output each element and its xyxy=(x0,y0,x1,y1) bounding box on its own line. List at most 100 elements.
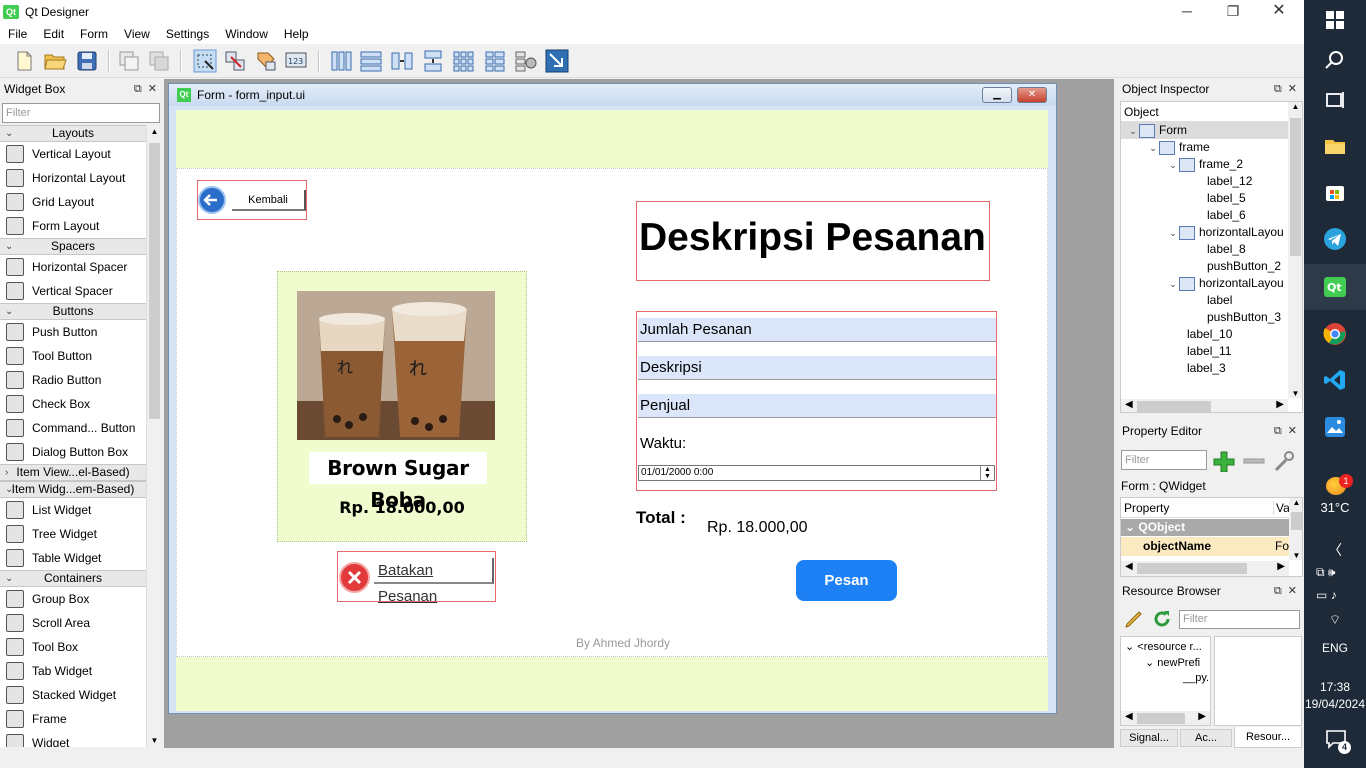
object-tree-item[interactable]: pushButton_2 xyxy=(1121,258,1302,275)
scroll-left-icon[interactable]: ◀ xyxy=(1125,399,1133,410)
scroll-up-icon[interactable]: ▲ xyxy=(1288,102,1302,111)
chrome-icon[interactable] xyxy=(1323,322,1347,346)
widget-category[interactable]: › Item View...el-Based) xyxy=(0,464,146,481)
property-hscroll[interactable]: ◀ ▶ xyxy=(1121,561,1289,576)
object-tree-item[interactable]: label_12 xyxy=(1121,173,1302,190)
microsoft-store-icon[interactable] xyxy=(1323,180,1347,204)
widget-item[interactable]: Command... Button xyxy=(0,416,146,440)
wifi-icon[interactable]: ⌔ xyxy=(1304,612,1366,628)
telegram-icon[interactable] xyxy=(1323,227,1347,251)
layout-splitter-horizontal-icon[interactable] xyxy=(390,49,414,73)
menu-help[interactable]: Help xyxy=(276,27,317,41)
widget-item[interactable]: Horizontal Layout xyxy=(0,166,146,190)
scrollbar-thumb[interactable] xyxy=(149,143,160,419)
property-group-row[interactable]: ⌄ QObject xyxy=(1121,519,1289,536)
edit-signals-icon[interactable] xyxy=(223,49,247,73)
object-tree-item[interactable]: pushButton_3 xyxy=(1121,309,1302,326)
scroll-up-icon[interactable]: ▲ xyxy=(1289,498,1302,507)
datetime-edit[interactable]: 01/01/2000 0:00 ▲ ▼ xyxy=(638,465,995,481)
clock-time[interactable]: 17:38 xyxy=(1304,680,1366,694)
scrollbar-thumb[interactable] xyxy=(1137,713,1185,724)
menu-file[interactable]: File xyxy=(0,27,35,41)
widget-item[interactable]: Radio Button xyxy=(0,368,146,392)
edit-widgets-icon[interactable] xyxy=(193,49,217,73)
object-tree-hscroll[interactable]: ◀ ▶ xyxy=(1121,399,1288,412)
widget-category[interactable]: ⌄ Containers xyxy=(0,570,146,587)
menu-window[interactable]: Window xyxy=(217,27,276,41)
menu-view[interactable]: View xyxy=(116,27,158,41)
widget-item[interactable]: Check Box xyxy=(0,392,146,416)
scroll-right-icon[interactable]: ▶ xyxy=(1198,711,1206,722)
dock-float-close-buttons[interactable]: ⧉ ✕ xyxy=(1274,421,1297,441)
resource-filter-input[interactable]: Filter xyxy=(1179,610,1300,629)
input-language[interactable]: ENG xyxy=(1304,641,1366,655)
chevron-down-icon[interactable]: ⌄ xyxy=(1167,157,1179,174)
cancel-order-button[interactable]: Batakan Pesanan xyxy=(374,558,494,605)
scrollbar-thumb[interactable] xyxy=(1137,563,1247,574)
widget-item[interactable]: Frame xyxy=(0,707,146,731)
back-button[interactable]: Kembali xyxy=(232,190,306,211)
paste-icon[interactable] xyxy=(147,49,171,73)
resource-tree-item[interactable]: ⌄ <resource r... xyxy=(1121,637,1210,653)
layout-splitter-vertical-icon[interactable] xyxy=(421,49,445,73)
widget-category[interactable]: ⌄ Buttons xyxy=(0,303,146,320)
close-button[interactable]: ✕ xyxy=(1256,0,1302,24)
layout-grid-icon[interactable] xyxy=(452,49,476,73)
scrollbar-thumb[interactable] xyxy=(1137,401,1211,412)
object-tree-item[interactable]: ⌄ horizontalLayou xyxy=(1121,224,1302,241)
chevron-down-icon[interactable]: ⌄ xyxy=(1167,225,1179,242)
property-row-objectname[interactable]: objectName Fo xyxy=(1121,537,1289,556)
scroll-left-icon[interactable]: ◀ xyxy=(1125,561,1133,572)
property-filter-input[interactable]: Filter xyxy=(1121,450,1207,470)
widget-item[interactable]: Tab Widget xyxy=(0,659,146,683)
edit-tab-order-icon[interactable]: 123 xyxy=(284,49,308,73)
widget-item[interactable]: List Widget xyxy=(0,498,146,522)
widget-item[interactable]: Tool Box xyxy=(0,635,146,659)
layout-horizontally-icon[interactable] xyxy=(329,49,353,73)
form-minimize-button[interactable]: ▁ xyxy=(982,87,1012,103)
speaker-icon[interactable]: ♪ xyxy=(1331,588,1337,602)
resource-hscroll[interactable]: ◀ ▶ xyxy=(1121,711,1210,725)
scroll-right-icon[interactable]: ▶ xyxy=(1276,399,1284,410)
minimize-button[interactable]: ─ xyxy=(1164,0,1210,24)
layout-form-icon[interactable] xyxy=(483,49,507,73)
scroll-right-icon[interactable]: ▶ xyxy=(1277,561,1285,572)
vscode-icon[interactable] xyxy=(1323,368,1347,392)
volume-icon[interactable]: 🕪 xyxy=(1328,565,1336,579)
camera-icon[interactable]: ⧉ xyxy=(1316,565,1325,579)
object-tree-item[interactable]: label_11 xyxy=(1121,343,1302,360)
open-folder-icon[interactable] xyxy=(43,49,67,73)
back-arrow-icon[interactable] xyxy=(198,186,226,214)
new-file-icon[interactable] xyxy=(12,49,36,73)
resource-tree-item[interactable]: __py... xyxy=(1121,669,1210,684)
object-tree-item[interactable]: ⌄ horizontalLayou xyxy=(1121,275,1302,292)
order-button[interactable]: Pesan xyxy=(796,560,897,601)
edit-resources-pencil-icon[interactable] xyxy=(1123,608,1145,630)
menu-form[interactable]: Form xyxy=(72,27,116,41)
qt-designer-taskbar-icon[interactable]: Qt xyxy=(1323,275,1347,299)
chevron-down-icon[interactable]: ⌄ xyxy=(1147,140,1159,157)
object-tree-item[interactable]: label_10 xyxy=(1121,326,1302,343)
object-tree-item[interactable]: ⌄ frame_2 xyxy=(1121,156,1302,173)
scroll-left-icon[interactable]: ◀ xyxy=(1125,711,1133,722)
maximize-button[interactable]: ❐ xyxy=(1210,0,1256,24)
menu-edit[interactable]: Edit xyxy=(35,27,72,41)
widget-item[interactable]: Stacked Widget xyxy=(0,683,146,707)
form-close-button[interactable]: ✕ xyxy=(1017,87,1047,103)
property-scrollbar[interactable]: ▲ ▼ xyxy=(1289,498,1302,560)
copy-icon[interactable] xyxy=(117,49,141,73)
widget-item[interactable]: Grid Layout xyxy=(0,190,146,214)
scroll-down-icon[interactable]: ▼ xyxy=(1289,551,1302,560)
widget-box-filter-input[interactable]: Filter xyxy=(2,103,160,123)
widget-item[interactable]: Group Box xyxy=(0,587,146,611)
remove-property-icon[interactable] xyxy=(1242,450,1266,472)
search-icon[interactable] xyxy=(1323,48,1347,72)
scroll-down-icon[interactable]: ▼ xyxy=(1288,389,1302,398)
object-tree-item[interactable]: label_5 xyxy=(1121,190,1302,207)
widget-item[interactable]: Table Widget xyxy=(0,546,146,570)
save-icon[interactable] xyxy=(75,49,99,73)
windows-start-icon[interactable] xyxy=(1323,8,1347,32)
cancel-x-icon[interactable] xyxy=(339,562,370,593)
object-tree-item[interactable]: label xyxy=(1121,292,1302,309)
widget-box-scrollbar[interactable]: ▲ ▼ xyxy=(146,125,162,747)
